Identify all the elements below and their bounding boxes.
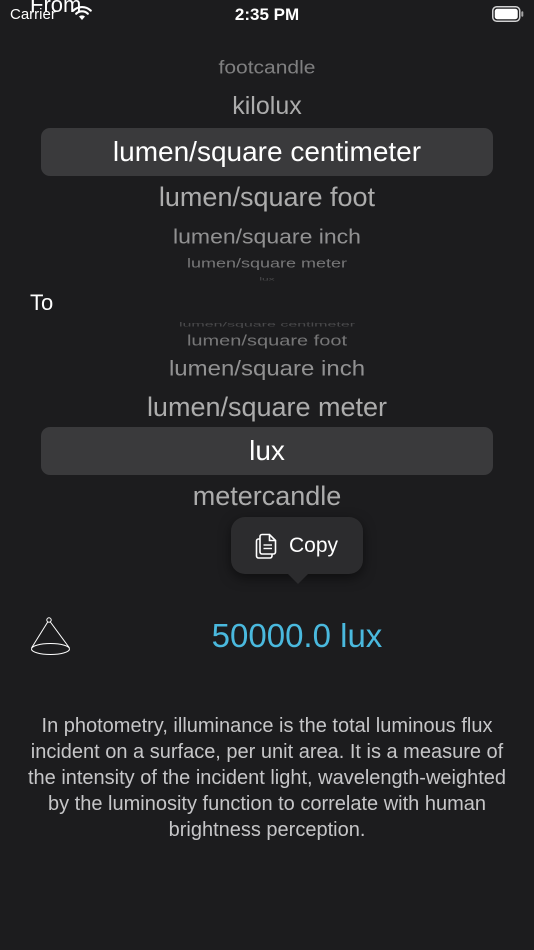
to-picker-item-selected[interactable]: lux xyxy=(41,435,493,467)
from-picker-item[interactable]: kilolux xyxy=(41,92,493,121)
to-picker-item[interactable]: lumen/square meter xyxy=(41,392,493,423)
to-label: To xyxy=(30,290,54,315)
result-value[interactable]: 50000.0 lux xyxy=(100,617,494,655)
from-picker-item[interactable]: footcandle xyxy=(41,57,493,78)
from-picker-item[interactable]: lumen/square meter xyxy=(41,256,493,271)
to-picker-item[interactable]: lumen/square foot xyxy=(41,333,493,350)
from-picker-item[interactable]: lumen/square foot xyxy=(41,182,493,213)
to-picker-item[interactable]: metercandle xyxy=(41,481,493,512)
to-picker-item[interactable]: lumen/square centimeter xyxy=(41,321,493,328)
from-picker-item[interactable]: lux xyxy=(41,277,493,282)
from-label: From xyxy=(30,0,82,17)
unit-description: In photometry, illuminance is the total … xyxy=(27,715,507,841)
copy-menu-button[interactable]: Copy xyxy=(231,517,363,584)
to-picker-item[interactable]: lumen/square inch xyxy=(41,356,493,381)
copy-icon xyxy=(255,533,277,559)
cone-icon xyxy=(31,617,70,655)
copy-label: Copy xyxy=(289,533,339,557)
from-picker-item-selected[interactable]: lumen/square centimeter xyxy=(41,136,493,168)
from-picker-item[interactable]: lumen/square inch xyxy=(41,224,493,248)
from-unit-picker[interactable]: footcandle kilolux lumen/square centimet… xyxy=(41,50,493,282)
battery-icon xyxy=(492,6,524,22)
